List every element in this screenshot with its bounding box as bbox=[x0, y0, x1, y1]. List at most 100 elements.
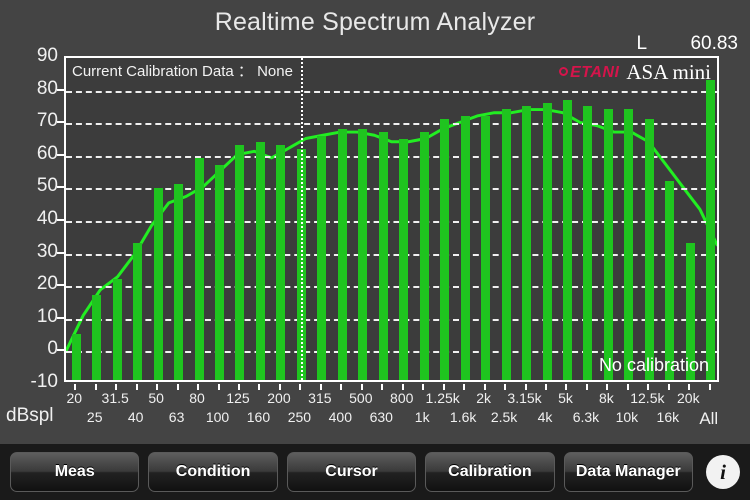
spectrum-bar bbox=[562, 99, 572, 380]
x-axis-tick bbox=[708, 384, 711, 390]
gridline-10 bbox=[66, 318, 717, 321]
spectrum-bar bbox=[419, 132, 429, 380]
y-axis-tick bbox=[57, 121, 64, 124]
y-axis-label: 80 bbox=[36, 77, 58, 99]
gridline-80 bbox=[66, 90, 717, 93]
channel-label: L bbox=[636, 33, 648, 54]
y-axis-label: 0 bbox=[47, 338, 58, 360]
x-axis: 20 25 31.5 40 50 63 80 100 125 160 200 250 315 400 500… bbox=[64, 384, 719, 430]
spectrum-bar bbox=[194, 158, 204, 380]
x-axis-tick bbox=[504, 384, 507, 390]
x-axis-label: 63 bbox=[168, 409, 185, 425]
y-axis-tick bbox=[57, 284, 64, 287]
x-axis-label: 200 bbox=[267, 390, 291, 406]
spectrum-bar bbox=[399, 138, 409, 380]
spectrum-bar bbox=[501, 109, 511, 380]
x-axis-tick bbox=[176, 384, 179, 390]
x-axis-label: 25 bbox=[86, 409, 103, 425]
gridline-50 bbox=[66, 188, 717, 191]
gridline-0 bbox=[66, 351, 717, 354]
spectrum-bar bbox=[337, 128, 347, 380]
x-axis-label: 800 bbox=[390, 390, 414, 406]
spectrum-bar bbox=[644, 119, 654, 380]
spectrum-bar bbox=[542, 102, 552, 380]
x-axis-label: 16k bbox=[656, 409, 680, 425]
cursor-line[interactable] bbox=[301, 58, 304, 380]
gridline-30 bbox=[66, 253, 717, 256]
y-axis-tick bbox=[57, 251, 64, 254]
y-axis-tick bbox=[57, 219, 64, 221]
x-axis-label: 125 bbox=[226, 390, 250, 406]
x-axis-tick bbox=[422, 384, 425, 390]
x-axis-label: All bbox=[699, 409, 719, 428]
y-axis-label: 90 bbox=[36, 45, 58, 66]
x-axis-tick bbox=[585, 384, 588, 390]
spectrum-bar bbox=[71, 334, 81, 380]
x-axis-label: 160 bbox=[246, 409, 271, 425]
spectrum-bar bbox=[215, 164, 225, 380]
x-axis-label: 3.15k bbox=[507, 390, 542, 406]
etani-logo: ETANI bbox=[559, 64, 619, 81]
spectrum-plot[interactable]: Current Calibration Data ： None ETANI ASA… bbox=[64, 56, 719, 382]
x-axis-label: 10k bbox=[615, 409, 639, 425]
toolbar-button-cursor[interactable]: Cursor bbox=[286, 452, 417, 492]
spectrum-bar bbox=[583, 106, 593, 380]
spectrum-bar bbox=[706, 80, 716, 380]
info-icon[interactable]: i bbox=[706, 455, 741, 489]
gridline-20 bbox=[66, 286, 717, 289]
x-axis-label: 6.3k bbox=[572, 409, 600, 425]
x-axis-label: 1.25k bbox=[425, 390, 460, 406]
y-axis: 90 80 70 60 50 40 30 20 10 0 -10 bbox=[6, 45, 58, 392]
plot-inner bbox=[66, 58, 717, 380]
y-axis-label: 60 bbox=[36, 142, 58, 164]
spectrum-bar bbox=[358, 128, 368, 380]
toolbar-button-meas[interactable]: Meas bbox=[10, 452, 140, 492]
spectrum-analyzer-app: Realtime Spectrum Analyzer L 60.83 90 80 70… bbox=[0, 0, 750, 500]
x-axis-label: 500 bbox=[349, 390, 373, 406]
etani-wordmark: ETANI bbox=[570, 63, 620, 81]
toolbar-button-condition[interactable]: Condition bbox=[148, 452, 278, 492]
y-axis-label: 70 bbox=[36, 110, 58, 132]
x-axis-tick bbox=[545, 384, 548, 390]
x-axis-label: 2k bbox=[476, 390, 492, 406]
spectrum-bar bbox=[112, 278, 122, 380]
x-axis-label: 250 bbox=[287, 409, 312, 425]
y-axis-tick bbox=[57, 88, 64, 91]
spectrum-bar bbox=[603, 109, 613, 380]
x-axis-tick bbox=[94, 384, 97, 390]
gridline-40 bbox=[66, 221, 717, 223]
x-axis-tick bbox=[217, 384, 220, 390]
spectrum-bar bbox=[317, 135, 327, 380]
y-axis-tick bbox=[57, 349, 64, 352]
spectrum-bar bbox=[378, 132, 388, 380]
spectrum-bar bbox=[481, 115, 491, 380]
spectrum-bar bbox=[174, 184, 184, 380]
y-axis-tick bbox=[57, 153, 64, 156]
toolbar-button-calibration[interactable]: Calibration bbox=[425, 452, 555, 492]
level-readout: L 60.83 bbox=[636, 33, 738, 55]
x-axis-tick bbox=[299, 384, 302, 390]
spectrum-bar bbox=[522, 106, 532, 380]
brand-logo: ETANI ASA mini bbox=[559, 60, 711, 85]
no-calibration-note: No calibration bbox=[598, 355, 709, 375]
x-axis-label: 31.5 bbox=[101, 390, 129, 406]
x-axis-label: 630 bbox=[369, 409, 393, 425]
x-axis-label: 8k bbox=[599, 390, 614, 406]
spectrum-bar bbox=[255, 142, 265, 380]
spectrum-bar bbox=[665, 181, 675, 380]
x-axis-label: 2.5k bbox=[490, 409, 518, 425]
gridline-70 bbox=[66, 123, 717, 126]
x-axis-tick bbox=[667, 384, 670, 390]
x-axis-label: 20 bbox=[66, 390, 83, 406]
peak-trace-line bbox=[66, 108, 717, 353]
toolbar-button-data-manager[interactable]: Data Manager bbox=[563, 452, 694, 492]
x-axis-tick bbox=[463, 384, 466, 390]
spectrum-bar bbox=[92, 295, 102, 380]
x-axis-label: 1k bbox=[414, 409, 430, 425]
x-axis-tick bbox=[626, 384, 629, 390]
x-axis-label: 1.6k bbox=[449, 409, 477, 425]
spectrum-bar bbox=[276, 145, 286, 380]
y-axis-tick bbox=[57, 316, 64, 319]
x-axis-label: 80 bbox=[189, 390, 205, 406]
gridline-60 bbox=[66, 155, 717, 158]
